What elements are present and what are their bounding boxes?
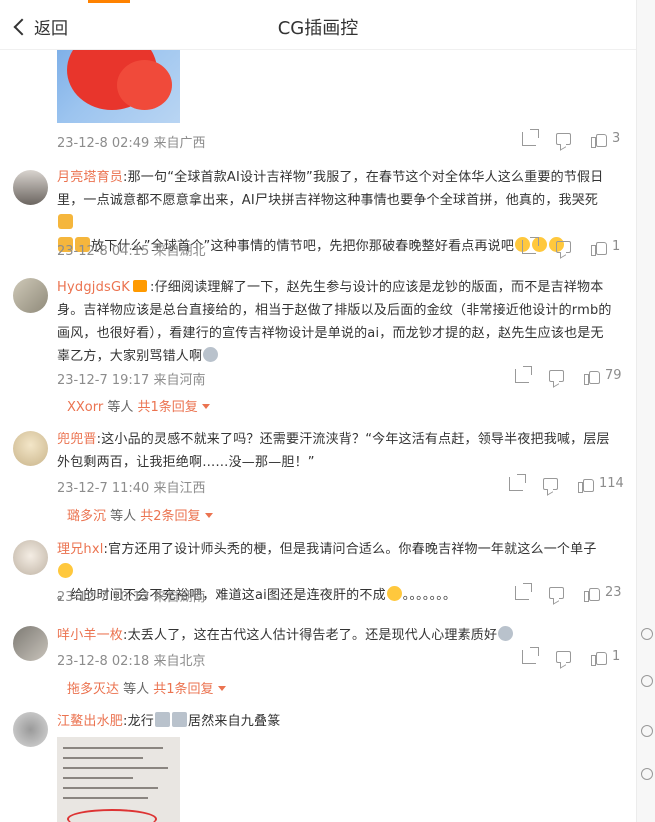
like-icon <box>584 369 600 385</box>
comment-text: HydgjdsGK:仔细阅读理解了一下，赵先生参与设计的应该是龙钞的版面，而不是… <box>57 280 612 364</box>
dragon-emoji <box>172 712 187 727</box>
like-count: 1 <box>612 649 621 664</box>
side-rail <box>636 0 655 822</box>
heart-icon[interactable] <box>641 675 653 687</box>
like-icon <box>591 650 607 666</box>
avatar[interactable] <box>13 170 48 205</box>
avatar[interactable] <box>13 278 48 313</box>
cry-emoji <box>203 347 219 362</box>
comment-username[interactable]: 江鳌出水肥 <box>57 714 123 729</box>
comment-meta: 23-12-7 11:40 来自江西 <box>57 481 206 496</box>
share-icon <box>522 128 539 146</box>
caret-down-icon <box>201 404 210 409</box>
comment-image[interactable] <box>57 737 180 822</box>
like-count: 114 <box>599 476 624 491</box>
comment-button[interactable] <box>556 650 571 663</box>
comment-username[interactable]: 月亮塔育员 <box>57 170 123 185</box>
scroll-indicator <box>88 0 130 3</box>
like-button[interactable]: 114 <box>578 476 624 493</box>
like-button[interactable]: 79 <box>584 368 622 385</box>
comment-text: 江鳌出水肥:龙行 居然来自九叠篆 <box>57 712 281 729</box>
comment-button[interactable] <box>543 477 558 490</box>
vip-crown-icon <box>133 280 148 292</box>
caret-down-icon <box>217 686 226 691</box>
avatar[interactable] <box>13 626 48 661</box>
like-count: 79 <box>605 368 622 383</box>
comment-meta: 23-12-7 19:17 来自河南 <box>57 373 206 388</box>
comment-text: 兜兜晋:这小品的灵感不就来了吗？还需要汗流浃背？“今年这活有点赶，领导半夜把我喊… <box>57 432 610 470</box>
comment-icon <box>549 369 564 382</box>
comment-actions: 79 <box>515 365 622 385</box>
share-icon <box>509 473 526 491</box>
face-emoji <box>498 626 514 641</box>
share-button[interactable] <box>515 365 532 383</box>
comment-button[interactable] <box>556 132 571 145</box>
face-emoji <box>58 563 73 578</box>
comment-username[interactable]: 理兄hxl <box>57 542 104 557</box>
avatar[interactable] <box>13 431 48 466</box>
comment-meta: 23-12-8 02:18 来自北京 <box>57 654 206 669</box>
replies-link[interactable]: 拖多灭达 等人 共1条回复 <box>67 678 226 697</box>
like-button[interactable]: 23 <box>584 585 622 602</box>
avatar[interactable] <box>13 540 48 575</box>
share-icon <box>522 646 539 664</box>
like-button[interactable]: 3 <box>591 131 621 148</box>
share-button[interactable] <box>522 236 539 254</box>
top-bar: 返回 CG插画控 <box>0 0 636 50</box>
share-button[interactable] <box>522 646 539 664</box>
share-icon <box>515 582 532 600</box>
comment-username[interactable]: HydgjdsGK <box>57 280 130 295</box>
post-image[interactable] <box>57 50 180 123</box>
share-icon[interactable] <box>641 725 653 737</box>
caret-down-icon <box>204 513 213 518</box>
comment-username[interactable]: 咩小羊一枚 <box>57 628 123 643</box>
like-icon <box>578 477 594 493</box>
comment-username[interactable]: 兜兜晋 <box>57 432 97 447</box>
cat-emoji <box>386 586 402 601</box>
comment-actions: 114 <box>509 473 624 493</box>
user-icon[interactable] <box>641 768 653 780</box>
replies-link[interactable]: 璐多沉 等人 共2条回复 <box>67 505 213 524</box>
post-meta: 23-12-8 02:49 来自广西 <box>57 136 206 151</box>
like-button[interactable]: 1 <box>591 239 621 256</box>
post-actions: 3 <box>522 128 621 148</box>
share-button[interactable] <box>522 128 539 146</box>
comment-meta: 23-12-7 10:13 来自湖南 <box>57 590 206 605</box>
replies-link[interactable]: XXorr 等人 共1条回复 <box>67 396 210 415</box>
like-icon <box>591 240 607 256</box>
like-count: 1 <box>612 239 621 254</box>
dragon-emoji <box>155 712 170 727</box>
share-icon <box>515 365 532 383</box>
like-icon <box>584 586 600 602</box>
refresh-icon[interactable] <box>641 628 653 640</box>
like-count: 3 <box>612 131 621 146</box>
thumb-emoji <box>58 214 73 229</box>
comment-actions: 1 <box>522 236 621 256</box>
comment-icon <box>556 240 571 253</box>
comment-icon <box>556 650 571 663</box>
share-button[interactable] <box>515 582 532 600</box>
comment-actions: 1 <box>522 646 621 666</box>
like-button[interactable]: 1 <box>591 649 621 666</box>
like-count: 23 <box>605 585 622 600</box>
share-button[interactable] <box>509 473 526 491</box>
avatar[interactable] <box>13 712 48 747</box>
page-title: CG插画控 <box>277 18 359 39</box>
comment-icon <box>549 586 564 599</box>
like-icon <box>591 132 607 148</box>
comment-meta: 23-12-8 04:15 来自湖北 <box>57 244 206 259</box>
comment-button[interactable] <box>556 240 571 253</box>
share-icon <box>522 236 539 254</box>
comment-icon <box>556 132 571 145</box>
comment-button[interactable] <box>549 369 564 382</box>
comment-icon <box>543 477 558 490</box>
comment-actions: 23 <box>515 582 622 602</box>
comment-text: 咩小羊一枚:太丢人了，这在古代这人估计得告老了。还是现代人心理素质好 <box>57 624 612 647</box>
comment-button[interactable] <box>549 586 564 599</box>
